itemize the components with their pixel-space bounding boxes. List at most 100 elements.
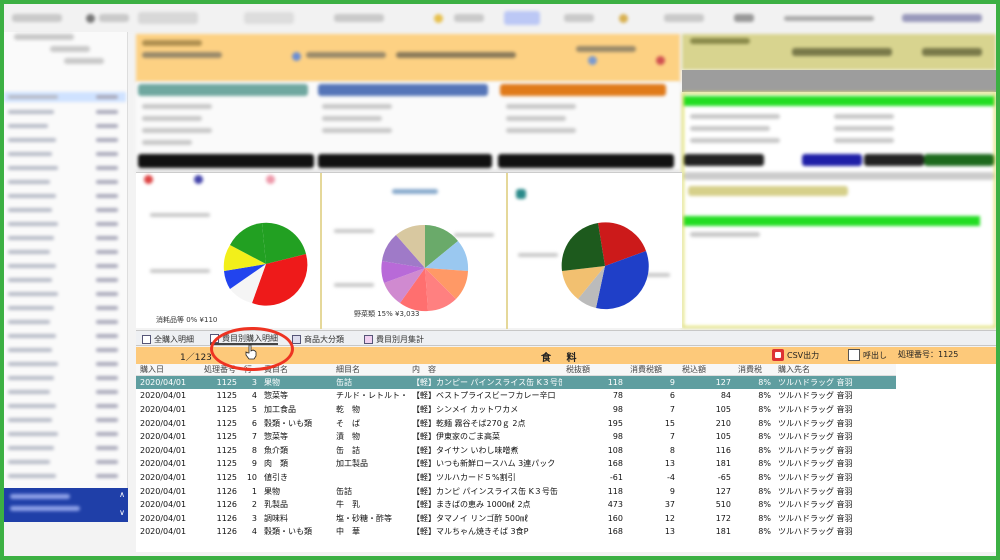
table-cell: 1125 <box>216 418 237 428</box>
table-cell: 108 <box>607 445 623 455</box>
table-cell: ツルハドラッグ 音羽 <box>778 472 853 482</box>
table-cell: 2020/04/01 <box>140 391 187 401</box>
table-cell: チルド・レトルト・パウチ <box>336 391 408 401</box>
table-cell: ツルハドラッグ 音羽 <box>778 513 853 523</box>
table-cell: 8 <box>669 445 675 455</box>
call-button[interactable]: 呼出し <box>848 349 887 361</box>
table-cell: 105 <box>715 432 731 442</box>
table-cell: 8% <box>758 459 771 469</box>
table-row[interactable]: 2020/04/01 1125 10 値引き 【軽】ツルハカード５%割引 -61 -4 -65… <box>136 471 896 485</box>
table-cell: 473 <box>607 500 623 510</box>
table-cell: 2020/04/01 <box>140 432 187 442</box>
column-header[interactable]: 税抜額 <box>562 364 626 376</box>
table-cell: 181 <box>715 527 731 537</box>
table-cell: 3 <box>251 513 257 523</box>
table-cell: 【軽】シンメイ カットワカメ <box>412 404 519 414</box>
table-row[interactable]: 2020/04/01 1125 6 穀類・いも類 そ ば 【軽】乾麺 霧谷そば270ｇ 2… <box>136 416 896 430</box>
table-cell: 2020/04/01 <box>140 500 187 510</box>
table-cell: 魚介類 <box>264 445 288 455</box>
table-cell: ツルハドラッグ 音羽 <box>778 445 853 455</box>
table-cell: 127 <box>678 375 734 390</box>
table-row[interactable]: 2020/04/01 1126 3 調味料 塩・砂糖・酢等 【軽】タマノイ リンゴ酢 50… <box>136 511 896 525</box>
table-cell: 78 <box>612 391 623 401</box>
table-cell: 【軽】まきばの恵み 1000㎖ 2点 <box>412 500 531 510</box>
table-cell: そ ば <box>336 418 360 428</box>
table-cell: 2020/04/01 <box>136 375 200 390</box>
table-row[interactable]: 2020/04/01 1125 8 魚介類 缶 詰 【軽】タイサン いわし味噌煮 108 8 1… <box>136 443 896 457</box>
tab-product-category[interactable]: 商品大分類 <box>292 333 344 345</box>
call-icon <box>848 349 860 361</box>
sidebar-bottom-panel[interactable]: ∧ ∨ <box>4 488 128 522</box>
table-cell: 缶詰 <box>332 375 408 390</box>
table-cell: 13 <box>664 459 675 469</box>
table-row[interactable]: 2020/04/01 1125 4 惣菜等 チルド・レトルト・パウチ【軽】ベストプライス… <box>136 389 896 403</box>
table-cell: 1125 <box>216 432 237 442</box>
table-row[interactable]: 2020/04/01 1125 3 果物 缶詰 【軽】カンピー パインスライス缶 K３号缶… <box>136 375 896 390</box>
table-cell: 6 <box>251 418 257 428</box>
table-cell: 1125 <box>216 459 237 469</box>
table-cell: -4 <box>667 472 675 482</box>
expand-up-icon[interactable]: ∧ <box>119 490 125 499</box>
table-row[interactable]: 2020/04/01 1125 9 肉 類 加工製品 【軽】いつも新鮮ロースハム 3連パッ… <box>136 457 896 471</box>
pie-chart-3 <box>561 222 649 310</box>
table-cell: 1125 <box>200 375 240 390</box>
tab-monthly-summary[interactable]: 費目別月集計 <box>364 333 424 345</box>
table-cell: 172 <box>715 513 731 523</box>
table-cell: 8% <box>758 404 771 414</box>
table-cell: 84 <box>720 391 731 401</box>
right-subheader <box>682 70 996 92</box>
table-cell: 210 <box>715 418 731 428</box>
column-header[interactable]: 購入先名 <box>774 364 896 376</box>
table-cell: 値引き <box>264 472 288 482</box>
table-cell: 127 <box>715 486 731 496</box>
table-cell: ツルハドラッグ 音羽 <box>778 404 853 414</box>
table-cell: 1125 <box>216 472 237 482</box>
table-cell: 195 <box>607 418 623 428</box>
table-row[interactable]: 2020/04/01 1125 7 惣菜等 漬 物 【軽】伊東家のごま高菜 98 7 105 8%… <box>136 430 896 444</box>
column-header[interactable]: 購入日 <box>136 364 200 376</box>
table-cell: 15 <box>664 418 675 428</box>
table-cell: 2020/04/01 <box>140 404 187 414</box>
table-cell: 2020/04/01 <box>140 513 187 523</box>
table-row[interactable]: 2020/04/01 1126 4 穀類・いも類 中 華 【軽】マルちゃん焼きそば 3食P… <box>136 525 896 539</box>
table-cell <box>332 471 408 485</box>
left-sidebar: ∧ ∨ <box>4 32 128 522</box>
table-cell: ツルハドラッグ 音羽 <box>778 391 853 401</box>
table-cell: 6 <box>669 391 675 401</box>
table-cell: 2020/04/01 <box>140 486 187 496</box>
table-row[interactable]: 2020/04/01 1126 2 乳製品 牛 乳 【軽】まきばの恵み 1000㎖ 2点 4… <box>136 498 896 512</box>
column-header[interactable]: 細目名 <box>332 364 408 376</box>
summary-header <box>136 34 680 82</box>
table-cell: 8% <box>734 375 774 390</box>
tab-label: 全購入明細 <box>154 334 194 344</box>
summary-panel <box>136 82 680 172</box>
table-cell: 惣菜等 <box>264 432 288 442</box>
top-toolbar <box>4 4 996 32</box>
table-cell: 510 <box>715 500 731 510</box>
column-header[interactable]: 内 容 <box>408 364 562 376</box>
page-counter: 1／123 <box>180 353 212 363</box>
table-cell: 1126 <box>216 500 237 510</box>
column-header[interactable]: 税込額 <box>678 364 734 376</box>
column-header[interactable]: 消費税 <box>734 364 774 376</box>
table-cell: 118 <box>562 375 626 390</box>
table-cell: 98 <box>612 432 623 442</box>
table-cell: 惣菜等 <box>264 391 288 401</box>
table-cell: 12 <box>664 513 675 523</box>
table-cell: 8% <box>758 472 771 482</box>
csv-export-button[interactable]: CSV出力 <box>772 349 819 361</box>
table-cell: 37 <box>664 500 675 510</box>
tab-all-purchases[interactable]: 全購入明細 <box>142 333 194 345</box>
table-cell: 118 <box>607 486 623 496</box>
column-header[interactable]: 消費税額 <box>626 364 678 376</box>
table-cell: 塩・砂糖・酢等 <box>336 513 392 523</box>
table-cell: ツルハドラッグ 音羽 <box>778 459 853 469</box>
hand-cursor-icon <box>245 344 257 360</box>
table-row[interactable]: 2020/04/01 1125 5 加工食品 乾 物 【軽】シンメイ カットワカメ 98 7 1… <box>136 403 896 417</box>
table-cell: 8% <box>758 445 771 455</box>
collapse-down-icon[interactable]: ∨ <box>119 508 125 517</box>
table-cell: 4 <box>251 391 257 401</box>
table-row[interactable]: 2020/04/01 1126 1 果物 缶詰 【軽】カンピ パインスライス缶 K３号缶 1… <box>136 484 896 498</box>
table-cell: 漬 物 <box>336 432 360 442</box>
table-cell: 【軽】ベストプライスビーフカレー辛口 <box>412 391 556 401</box>
